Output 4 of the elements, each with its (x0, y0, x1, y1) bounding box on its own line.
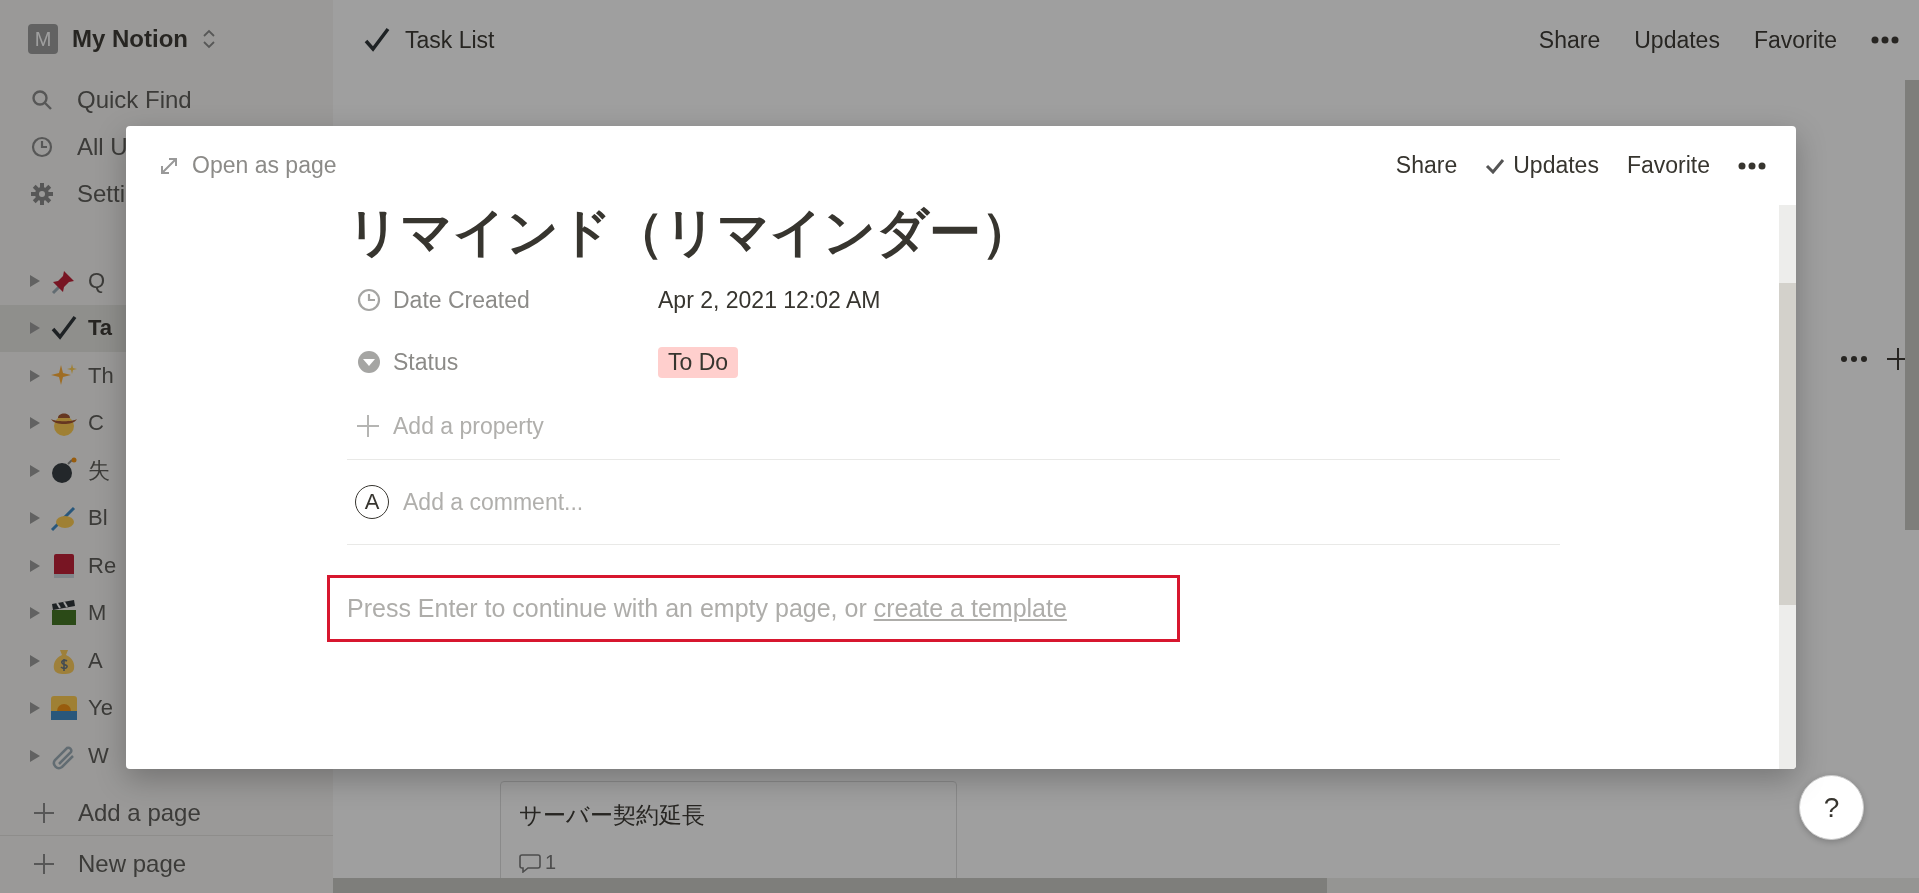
empty-page-hint: Press Enter to continue with an empty page, or create a template (347, 594, 1067, 623)
comment-count: 1 (545, 851, 557, 874)
workspace-avatar: M (28, 24, 58, 54)
card-title: サーバー契約延長 (519, 801, 706, 830)
